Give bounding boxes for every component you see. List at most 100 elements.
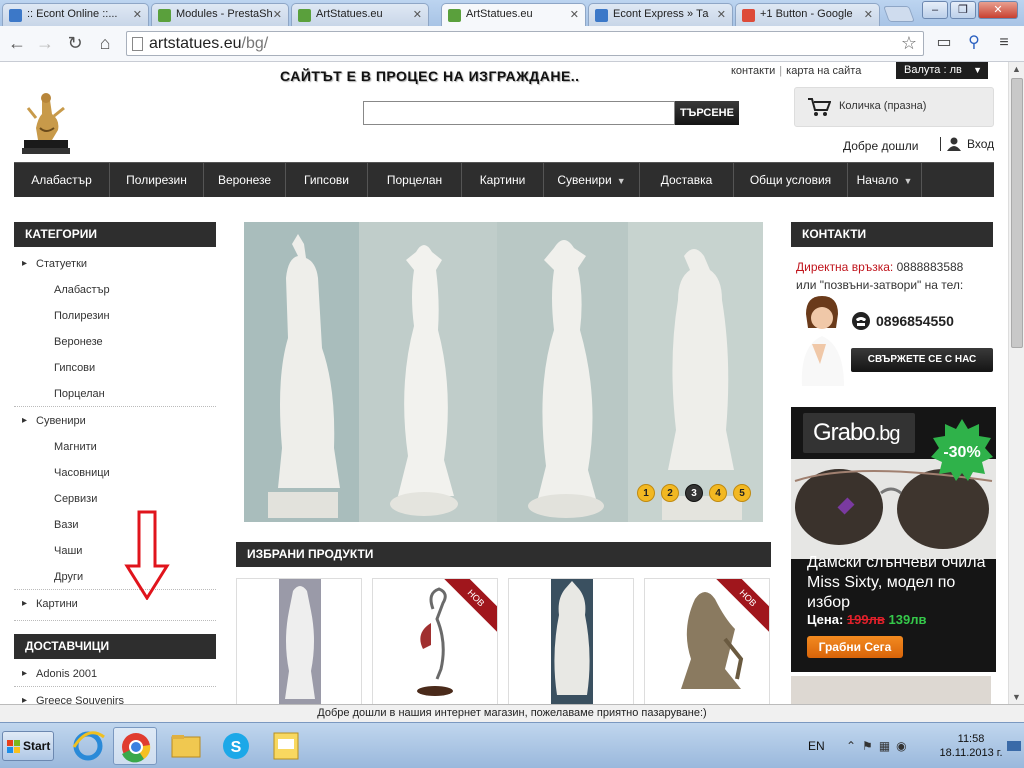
subcategory-item[interactable]: Часовници [14, 467, 216, 479]
grabo-ad-banner[interactable]: Grabo.bg -30% Дамски слънчеви очила Miss… [791, 407, 996, 672]
minimize-button[interactable]: – [922, 1, 948, 19]
login-link[interactable]: Вход [940, 137, 994, 151]
browser-tab[interactable]: ArtStatues.eu ✕ [291, 3, 429, 26]
nav-item[interactable]: Веронезе [204, 163, 286, 197]
contacts-link[interactable]: контакти [731, 65, 775, 77]
statue-logo[interactable] [20, 88, 72, 156]
subcategory-item[interactable]: Други [14, 571, 216, 583]
scroll-up-icon[interactable]: ▲ [1012, 64, 1021, 74]
nav-item[interactable]: Начало ▼ [848, 163, 922, 197]
nav-item[interactable]: Общи условия [734, 163, 848, 197]
show-desktop-button[interactable] [1006, 731, 1022, 761]
brand-name: Grabo [813, 419, 876, 446]
nav-item[interactable]: Сувенири ▼ [544, 163, 640, 197]
start-label: Start [23, 739, 51, 753]
grab-now-button[interactable]: Грабни Сега [807, 636, 903, 658]
wrench-menu-icon[interactable]: ≡ [992, 32, 1016, 54]
browser-tab[interactable]: :: Econt Online ::... ✕ [2, 3, 149, 26]
subcategory-item[interactable]: Полирезин [14, 310, 216, 322]
home-icon[interactable]: ⌂ [94, 32, 116, 54]
system-tray-icons[interactable]: ⌃⚑▦◉ [846, 739, 913, 753]
category-item[interactable]: Статуетки [14, 258, 216, 270]
category-item[interactable]: Сувенири [14, 415, 216, 427]
nav-item[interactable]: Полирезин [110, 163, 204, 197]
nav-item[interactable]: Алабастър [14, 163, 110, 197]
close-tab-icon[interactable]: ✕ [133, 8, 142, 21]
divider [14, 589, 216, 590]
page-scrollbar[interactable]: ▲ ▼ [1008, 62, 1024, 704]
cart-box[interactable]: Количка (празна) [794, 87, 994, 127]
hero-slider[interactable]: 12345 [244, 222, 763, 522]
browser-tab[interactable]: Modules - PrestaSh ✕ [151, 3, 289, 26]
slider-dot[interactable]: 5 [733, 484, 751, 502]
nav-item[interactable]: Картини [462, 163, 544, 197]
login-label: Вход [967, 137, 995, 151]
browser-tab[interactable]: ArtStatues.eu ✕ [441, 3, 586, 27]
subcategory-item[interactable]: Вази [14, 519, 216, 531]
maximize-button[interactable]: ❐ [950, 1, 976, 19]
marquee-status-bar: Добре дошли в нашия интернет магазин, по… [0, 704, 1024, 722]
categories-title: КАТЕГОРИИ [14, 222, 216, 247]
subcategory-item[interactable]: Веронезе [14, 336, 216, 348]
category-item[interactable]: Картини [14, 598, 216, 610]
top-links: контакти | карта на сайта [731, 65, 862, 77]
close-tab-icon[interactable]: ✕ [864, 8, 873, 21]
grabo-logo: Grabo.bg [803, 413, 915, 453]
reload-icon[interactable]: ↻ [64, 32, 86, 54]
notes-app-icon[interactable] [264, 727, 308, 765]
second-ad-banner[interactable] [791, 676, 991, 704]
subcategory-item[interactable]: Порцелан [14, 388, 216, 400]
subcategory-item[interactable]: Чаши [14, 545, 216, 557]
bookmark-star-icon[interactable]: ☆ [901, 33, 917, 54]
search-button[interactable]: ТЪРСЕНЕ [675, 101, 739, 125]
close-window-button[interactable]: ✕ [978, 1, 1018, 19]
ad-description: Дамски слънчеви очила Miss Sixty, модел … [807, 554, 986, 611]
slider-dot[interactable]: 3 [685, 484, 703, 502]
favicon-icon [9, 9, 22, 22]
subcategory-item[interactable]: Магнити [14, 441, 216, 453]
close-tab-icon[interactable]: ✕ [570, 8, 579, 21]
skype-icon[interactable]: S [214, 727, 258, 765]
language-indicator[interactable]: EN [808, 739, 825, 753]
product-card[interactable] [236, 578, 362, 704]
scroll-down-icon[interactable]: ▼ [1012, 692, 1021, 702]
new-tab-button[interactable] [883, 6, 915, 22]
sitemap-link[interactable]: карта на сайта [786, 65, 861, 77]
forward-icon[interactable]: → [34, 32, 56, 54]
contact-us-button[interactable]: СВЪРЖЕТЕ СЕ С НАС [851, 348, 993, 372]
slider-dot[interactable]: 2 [661, 484, 679, 502]
product-card[interactable]: НОВ [372, 578, 498, 704]
close-tab-icon[interactable]: ✕ [413, 8, 422, 21]
caret-down-icon: ▼ [616, 176, 626, 186]
scrollbar-thumb[interactable] [1011, 78, 1023, 348]
product-card[interactable] [508, 578, 634, 704]
nav-item-label: Доставка [660, 173, 713, 187]
address-bar[interactable]: artstatues.eu/bg/ ☆ [126, 31, 924, 56]
product-card[interactable]: НОВ [644, 578, 770, 704]
file-explorer-icon[interactable] [164, 727, 208, 765]
subcategory-item[interactable]: Сервизи [14, 493, 216, 505]
close-tab-icon[interactable]: ✕ [717, 8, 726, 21]
chrome-icon[interactable] [113, 727, 157, 765]
back-icon[interactable]: ← [6, 32, 28, 54]
subcategory-item[interactable]: Гипсови [14, 362, 216, 374]
supplier-item[interactable]: Adonis 2001 [14, 668, 216, 680]
search-input[interactable] [363, 101, 675, 125]
start-button[interactable]: Start [2, 731, 54, 761]
slider-dot[interactable]: 4 [709, 484, 727, 502]
browser-tab[interactable]: Econt Express » Та ✕ [588, 3, 733, 26]
currency-selector[interactable]: Валута : лв ▼ [896, 62, 988, 79]
slider-dot[interactable]: 1 [637, 484, 655, 502]
nav-item[interactable]: Доставка [640, 163, 734, 197]
extension-icon[interactable]: ⚲ [962, 32, 986, 54]
nav-item[interactable]: Порцелан [368, 163, 462, 197]
browser-tab[interactable]: +1 Button - Google ✕ [735, 3, 880, 26]
clock[interactable]: 11:58 18.11.2013 г. [936, 732, 1006, 760]
supplier-item[interactable]: Greece Souvenirs [14, 695, 216, 704]
close-tab-icon[interactable]: ✕ [273, 8, 282, 21]
internet-explorer-icon[interactable] [66, 727, 110, 765]
subcategory-item[interactable]: Алабастър [14, 284, 216, 296]
page-menu-icon[interactable]: ▭ [932, 32, 956, 54]
clock-time: 11:58 [957, 733, 985, 745]
nav-item[interactable]: Гипсови [286, 163, 368, 197]
